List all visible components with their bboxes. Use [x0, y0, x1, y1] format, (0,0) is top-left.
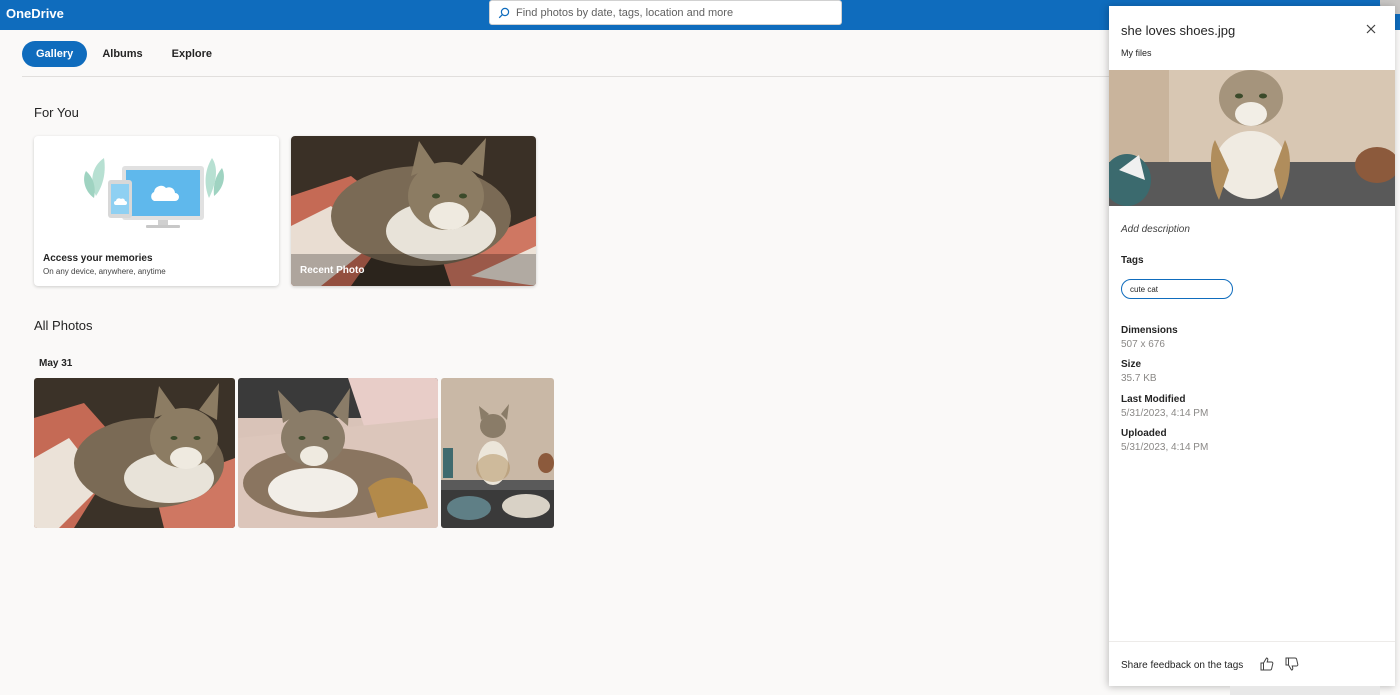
file-location[interactable]: My files — [1121, 48, 1152, 58]
brand-logo[interactable]: OneDrive — [6, 6, 64, 21]
footer-divider — [1109, 641, 1395, 642]
tab-gallery[interactable]: Gallery — [22, 41, 88, 67]
uploaded-value: 5/31/2023, 4:14 PM — [1121, 442, 1209, 453]
close-icon — [1366, 24, 1376, 34]
search-box[interactable] — [489, 0, 842, 25]
add-description-field[interactable]: Add description — [1121, 224, 1190, 235]
tag-feedback-text: Share feedback on the tags — [1121, 660, 1244, 671]
tab-explore[interactable]: Explore — [158, 41, 226, 67]
dimensions-label: Dimensions — [1121, 325, 1178, 336]
details-panel: she loves shoes.jpg My files Add descrip… — [1109, 6, 1395, 686]
recent-photo-image — [291, 136, 536, 286]
photo-thumbnail[interactable] — [34, 378, 235, 528]
recent-photo-card[interactable]: Recent Photo — [291, 136, 536, 286]
last-modified-label: Last Modified — [1121, 394, 1186, 405]
thumbs-up-button[interactable] — [1259, 656, 1275, 672]
photo-image — [238, 378, 438, 528]
photo-preview — [1109, 70, 1395, 206]
photo-thumbnail[interactable] — [441, 378, 554, 528]
thumbs-down-button[interactable] — [1284, 656, 1300, 672]
file-name-title: she loves shoes.jpg — [1121, 23, 1236, 38]
all-photos-heading: All Photos — [34, 318, 93, 333]
last-modified-value: 5/31/2023, 4:14 PM — [1121, 408, 1209, 419]
memories-card[interactable]: Access your memories On any device, anyw… — [34, 136, 279, 286]
thumbs-down-icon — [1285, 657, 1299, 671]
uploaded-label: Uploaded — [1121, 428, 1167, 439]
tags-label: Tags — [1121, 255, 1144, 266]
date-group-label: May 31 — [39, 358, 73, 369]
memories-title: Access your memories — [43, 253, 153, 264]
tag-input[interactable] — [1121, 279, 1233, 299]
for-you-heading: For You — [34, 105, 79, 120]
background-feedback-bar — [1230, 686, 1380, 695]
size-label: Size — [1121, 359, 1142, 370]
tab-albums[interactable]: Albums — [88, 41, 156, 67]
photo-preview-image — [1109, 70, 1395, 206]
dimensions-value: 507 x 676 — [1121, 339, 1165, 350]
view-tabs: Gallery Albums Explore — [22, 41, 227, 67]
memories-subtitle: On any device, anywhere, anytime — [43, 267, 166, 276]
search-input[interactable] — [516, 6, 816, 19]
search-icon — [498, 7, 510, 18]
devices-illustration — [84, 158, 224, 228]
size-value: 35.7 KB — [1121, 373, 1157, 384]
photo-thumbnail[interactable] — [238, 378, 438, 528]
thumbs-up-icon — [1260, 657, 1274, 671]
tabs-divider — [22, 76, 1112, 77]
photo-image — [34, 378, 235, 528]
close-button[interactable] — [1363, 21, 1379, 37]
recent-photo-label: Recent Photo — [300, 265, 365, 276]
photo-image — [441, 378, 554, 528]
